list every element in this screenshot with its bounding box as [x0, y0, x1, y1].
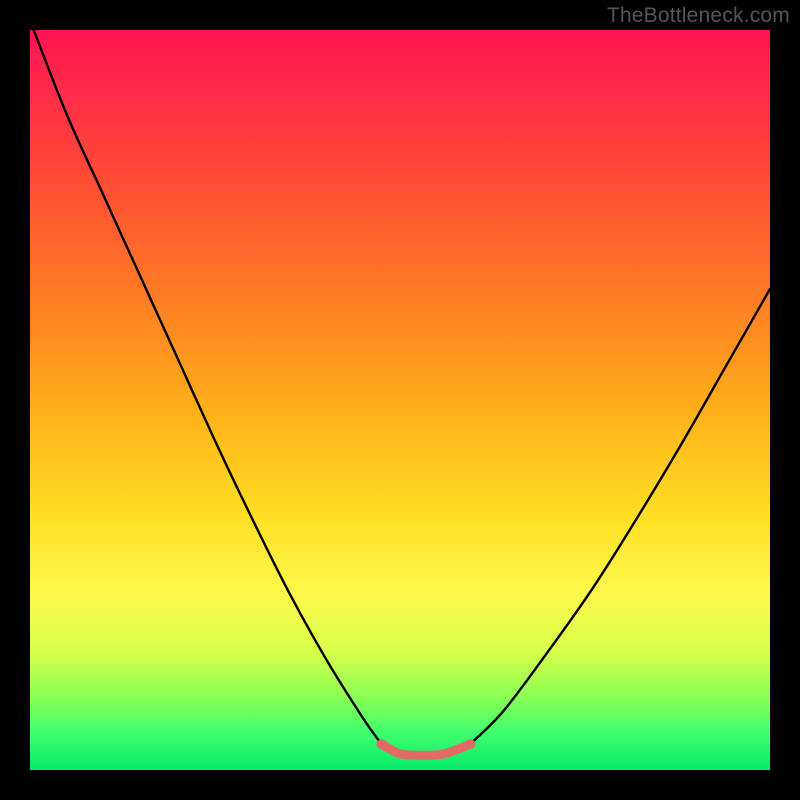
valley-right-endcap: [465, 739, 475, 749]
watermark-text: TheBottleneck.com: [607, 4, 790, 28]
chart-stage: TheBottleneck.com: [0, 0, 800, 800]
plot-area: [30, 30, 770, 770]
left-branch-line: [34, 30, 382, 744]
valley-left-endcap: [377, 739, 387, 749]
valley-floor-marker: [382, 744, 471, 755]
right-branch-line: [470, 289, 770, 744]
curve-layer: [30, 30, 770, 770]
